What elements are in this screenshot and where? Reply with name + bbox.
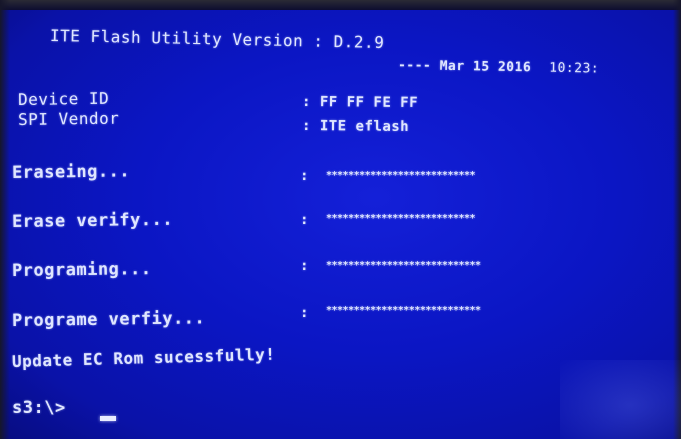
step-program-progress: **************************** bbox=[326, 260, 481, 271]
step-program-separator: : bbox=[299, 258, 310, 275]
spi-vendor-value: : ITE eflash bbox=[301, 118, 410, 135]
monitor-bezel-top bbox=[0, 0, 681, 10]
utility-title: ITE Flash Utility Version : D.2.9 bbox=[49, 26, 385, 53]
step-program-label: Programing... bbox=[11, 259, 152, 281]
command-prompt[interactable]: s3:\> bbox=[12, 398, 66, 418]
text-cursor bbox=[100, 416, 116, 421]
screen-glare bbox=[560, 360, 681, 439]
console-screen: ITE Flash Utility Version : D.2.9 ---- M… bbox=[0, 0, 681, 439]
step-erase-label: Eraseing... bbox=[11, 161, 131, 183]
step-erase-verify-label: Erase verify... bbox=[11, 209, 174, 232]
monitor-bezel-left bbox=[0, 0, 10, 439]
step-program-verify-label: Programe verfiy... bbox=[11, 308, 206, 331]
spi-vendor-label: SPI Vendor bbox=[17, 108, 120, 129]
step-erase-verify-progress: *************************** bbox=[326, 213, 476, 224]
device-id-value: : FF FF FE FF bbox=[301, 94, 419, 112]
step-erase-verify-separator: : bbox=[299, 212, 310, 229]
step-program-verify-separator: : bbox=[299, 305, 310, 322]
step-erase-separator: : bbox=[299, 168, 310, 185]
device-id-label: Device ID bbox=[17, 88, 110, 109]
step-program-verify-progress: **************************** bbox=[326, 305, 481, 316]
result-message: Update EC Rom sucessfully! bbox=[11, 344, 276, 371]
clock-time: 10:23: bbox=[549, 60, 600, 77]
step-erase-progress: *************************** bbox=[326, 170, 476, 181]
build-date: ---- Mar 15 2016 bbox=[397, 58, 532, 76]
build-date-line: ---- Mar 15 2016 10:23: bbox=[398, 58, 599, 77]
